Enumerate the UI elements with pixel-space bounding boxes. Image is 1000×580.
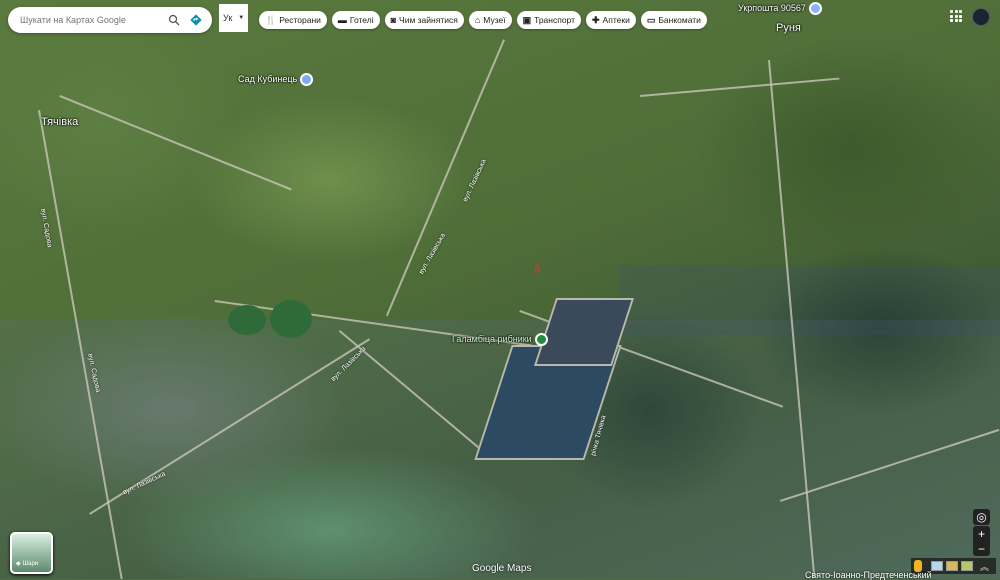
layers-icon: ◆: [16, 561, 21, 567]
street-label: вул. Лазівська: [418, 232, 448, 276]
satellite-map[interactable]: Тячівка Руня Сад Кубинець Укрпошта 90567…: [0, 0, 1000, 579]
road: [385, 39, 505, 317]
location-target-icon: ◎: [976, 510, 987, 524]
pharmacy-icon: ✚: [592, 14, 600, 25]
plus-icon: +: [977, 526, 985, 541]
chip-label: Музеї: [483, 15, 506, 25]
village-label: Тячівка: [41, 116, 79, 128]
apps-grid-icon[interactable]: [950, 10, 962, 22]
hotel-icon: ▬: [337, 15, 347, 25]
search-box[interactable]: [8, 7, 212, 33]
category-chips: 🍴 Ресторани ▬ Готелі ◙ Чим зайнятися ⌂ Музеї…: [259, 11, 707, 29]
chip-pharmacies[interactable]: ✚ Аптеки: [586, 11, 636, 29]
dropped-pin-icon[interactable]: ⇩: [532, 262, 542, 276]
layers-button[interactable]: ◆ Шари: [10, 532, 53, 574]
imagery-thumbnail[interactable]: [931, 561, 943, 571]
chip-transit[interactable]: ▣ Транспорт: [516, 11, 581, 29]
language-value: Ук: [223, 13, 233, 23]
poi-label: Галамбіца рибники: [452, 333, 532, 344]
camera-icon: ◙: [390, 15, 397, 25]
road: [59, 95, 292, 191]
lake: [270, 300, 312, 338]
street-label: вул. Садова: [39, 208, 53, 249]
chip-label: Транспорт: [534, 15, 575, 25]
imagery-thumbnail[interactable]: [961, 561, 973, 571]
poi-pin-icon: [300, 73, 314, 86]
poi-fish-farm[interactable]: Галамбіца рибники: [452, 333, 548, 346]
language-select[interactable]: Ук ▼: [219, 4, 248, 32]
restaurant-icon: 🍴: [265, 14, 277, 25]
village-label: Руня: [776, 22, 801, 34]
expand-chevron-icon[interactable]: ︽: [980, 560, 989, 573]
museum-icon: ⌂: [474, 15, 481, 25]
imagery-seam: [620, 265, 1000, 335]
account-avatar[interactable]: [972, 8, 990, 26]
zoom-in-button[interactable]: +: [973, 526, 990, 541]
poi-label: Сад Кубинець: [238, 73, 298, 84]
directions-icon[interactable]: [188, 12, 204, 28]
mail-icon: [808, 2, 822, 15]
lake: [228, 305, 266, 335]
minus-icon: −: [977, 541, 985, 556]
fish-pin-icon: [534, 333, 548, 346]
chip-label: Чим зайнятися: [399, 15, 458, 25]
caret-down-icon: ▼: [238, 15, 245, 21]
chip-hotels[interactable]: ▬ Готелі: [331, 11, 380, 29]
poi-label: Укрпошта 90567: [738, 2, 806, 13]
atm-icon: ▭: [646, 14, 656, 25]
chip-label: Банкомати: [658, 15, 701, 25]
chip-restaurants[interactable]: 🍴 Ресторани: [259, 11, 327, 29]
google-maps-logo: Google Maps: [472, 563, 532, 574]
chip-label: Аптеки: [602, 15, 630, 25]
road: [640, 77, 840, 97]
search-input[interactable]: [20, 15, 160, 25]
chip-things-to-do[interactable]: ◙ Чим зайнятися: [384, 11, 464, 29]
chip-atms[interactable]: ▭ Банкомати: [640, 11, 707, 29]
transit-icon: ▣: [522, 14, 532, 25]
my-location-button[interactable]: ◎: [973, 509, 990, 525]
search-icon[interactable]: [166, 12, 182, 28]
chip-label: Ресторани: [279, 15, 321, 25]
poi-garden[interactable]: Сад Кубинець: [238, 73, 314, 86]
layers-label: Шари: [22, 561, 39, 567]
poi-post-office[interactable]: Укрпошта 90567: [738, 2, 822, 15]
chip-museums[interactable]: ⌂ Музеї: [468, 11, 512, 29]
chip-label: Готелі: [349, 15, 374, 25]
street-label: вул. Лазівська: [462, 158, 488, 203]
imagery-thumbnail[interactable]: [946, 561, 958, 571]
zoom-out-button[interactable]: −: [973, 541, 990, 556]
